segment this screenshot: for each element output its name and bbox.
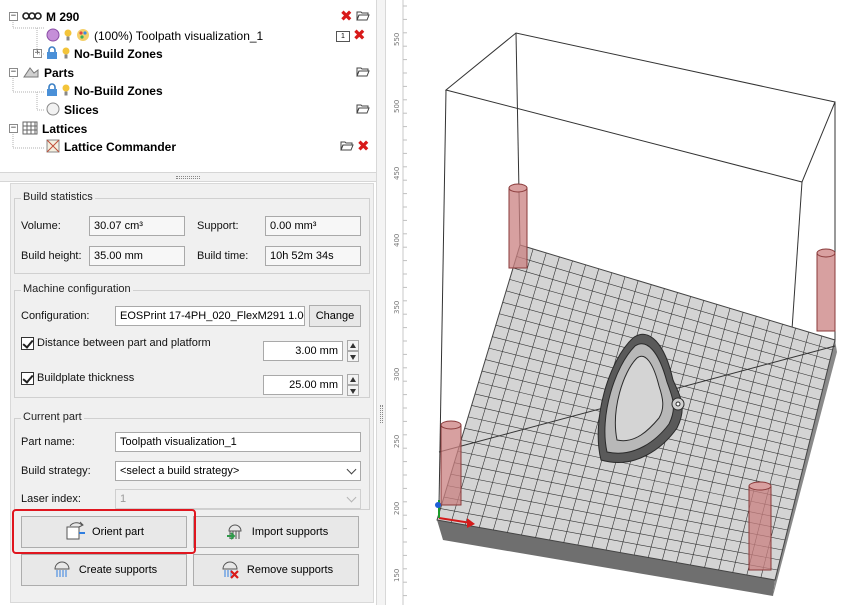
laser-index-value: 1 (120, 493, 127, 505)
close-icon[interactable]: ✖ (340, 9, 353, 24)
remove-supports-button[interactable]: Remove supports (193, 554, 359, 586)
laser-index-label: Laser index: (21, 493, 81, 505)
3d-viewport[interactable]: 550 500 450 400 350 300 250 200 150 (387, 0, 843, 605)
buildplate-label: Buildplate thickness (37, 372, 135, 384)
ruler-tick: 150 (393, 569, 401, 582)
distance-up-button[interactable] (347, 340, 359, 351)
buildplate-checkbox[interactable] (21, 372, 34, 385)
close-icon[interactable]: ✖ (353, 28, 366, 43)
build-time-value: 10h 52m 34s (265, 246, 361, 266)
close-icon[interactable]: ✖ (357, 139, 370, 154)
tree-item-toolpath[interactable]: (100%) Toolpath visualization_1 (46, 27, 263, 45)
build-height-value: 35.00 mm (89, 246, 185, 266)
group-title: Current part (21, 411, 84, 423)
volume-value: 30.07 cm³ (89, 216, 185, 236)
build-height-label: Build height: (21, 250, 82, 262)
part-name-label: Part name: (21, 436, 75, 448)
tree-label: No-Build Zones (74, 84, 163, 98)
build-time-label: Build time: (197, 250, 249, 262)
chevron-down-icon (346, 464, 357, 475)
tree-lines (12, 22, 44, 149)
ruler-tick: 200 (393, 502, 401, 515)
ruler: 550 500 450 400 350 300 250 200 150 (393, 33, 401, 582)
horizontal-splitter[interactable] (0, 172, 376, 182)
chevron-down-icon (346, 492, 357, 503)
buildplate-up-button[interactable] (347, 374, 359, 385)
ruler-tick: 250 (393, 435, 401, 448)
folder-open-icon[interactable] (356, 66, 370, 80)
remove-supports-icon (219, 559, 241, 582)
import-supports-icon (224, 521, 246, 544)
scene-svg: 550 500 450 400 350 300 250 200 150 (393, 0, 837, 605)
folder-open-icon[interactable] (356, 103, 370, 117)
ruler-tick: 350 (393, 301, 401, 314)
create-supports-button[interactable]: Create supports (21, 554, 187, 586)
tree-label: (100%) Toolpath visualization_1 (94, 29, 264, 43)
tree-item-no-build-zones-2[interactable]: No-Build Zones (46, 82, 163, 100)
folder-open-icon[interactable] (355, 10, 370, 24)
import-supports-label: Import supports (251, 526, 329, 538)
build-strategy-value: <select a build strategy> (120, 465, 240, 477)
tree-label: Lattice Commander (64, 140, 177, 154)
group-title: Machine configuration (21, 283, 133, 295)
tree-label: Slices (64, 103, 99, 117)
support-label: Support: (197, 220, 239, 232)
volume-label: Volume: (21, 220, 61, 232)
configuration-label: Configuration: (21, 310, 90, 322)
build-strategy-select[interactable]: <select a build strategy> (115, 461, 361, 481)
buildplate-input[interactable]: 25.00 mm (263, 375, 343, 395)
layer-badge: 1 (336, 30, 350, 42)
ruler-minor-ticks (403, 5, 407, 597)
support-value: 0.00 mm³ (265, 216, 361, 236)
current-part-group: Current part Part name: Toolpath visuali… (14, 411, 370, 510)
lightbulb-icon[interactable] (62, 83, 70, 100)
distance-input[interactable]: 3.00 mm (263, 341, 343, 361)
tree-label: No-Build Zones (74, 47, 163, 61)
create-supports-icon (51, 559, 73, 582)
folder-open-icon[interactable] (340, 140, 354, 154)
group-title: Build statistics (21, 191, 95, 203)
import-supports-button[interactable]: Import supports (193, 516, 359, 548)
remove-supports-label: Remove supports (246, 564, 334, 576)
tree-item-no-build-zones[interactable]: No-Build Zones (46, 45, 163, 63)
change-button[interactable]: Change (309, 305, 361, 327)
palette-icon (76, 28, 90, 45)
lightbulb-icon[interactable] (64, 28, 72, 45)
part-name-input[interactable]: Toolpath visualization_1 (115, 432, 361, 452)
ruler-tick: 500 (393, 100, 401, 113)
ruler-tick: 450 (393, 167, 401, 180)
laser-index-select[interactable]: 1 (115, 489, 361, 509)
ruler-tick: 550 (393, 33, 401, 46)
machine-configuration-group: Machine configuration Configuration: EOS… (14, 283, 370, 398)
left-panel: − M 290 ✖ (100%) Toolpath visualization_… (0, 0, 376, 605)
vertical-splitter[interactable] (376, 0, 386, 605)
distance-checkbox[interactable] (21, 337, 34, 350)
lightbulb-icon[interactable] (62, 46, 70, 63)
buildplate-down-button[interactable] (347, 385, 359, 396)
build-statistics-group: Build statistics Volume: 30.07 cm³ Suppo… (14, 191, 370, 274)
create-supports-label: Create supports (78, 564, 158, 576)
distance-down-button[interactable] (347, 351, 359, 362)
configuration-field[interactable]: EOSPrint 17-4PH_020_FlexM291 1.00 (115, 306, 305, 326)
build-strategy-label: Build strategy: (21, 465, 91, 477)
orient-part-highlight (12, 509, 196, 554)
scene-tree: − M 290 ✖ (100%) Toolpath visualization_… (0, 0, 376, 172)
ruler-tick: 400 (393, 234, 401, 247)
ruler-tick: 300 (393, 368, 401, 381)
tree-item-lattice-commander[interactable]: Lattice Commander (46, 138, 176, 156)
distance-label: Distance between part and platform (37, 337, 211, 349)
